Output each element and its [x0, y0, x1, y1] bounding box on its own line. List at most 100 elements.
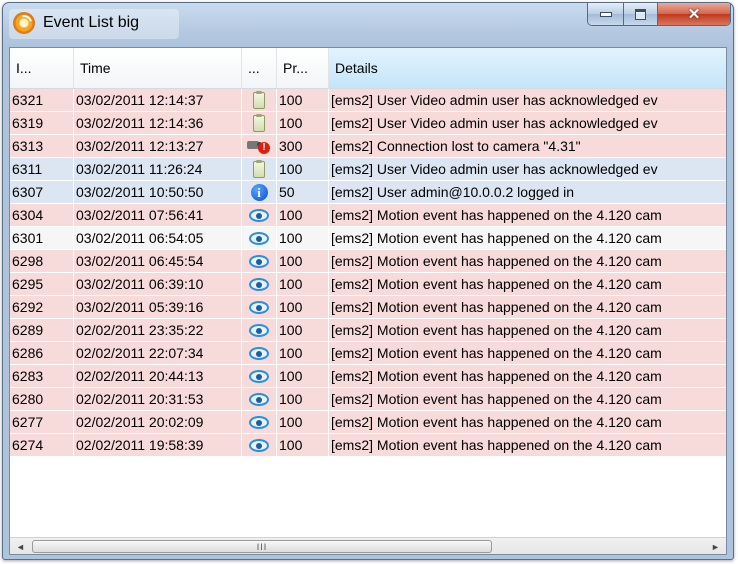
- event-type-cell: [242, 342, 277, 364]
- title-bar[interactable]: Event List big ✕: [3, 3, 733, 47]
- maximize-icon: [635, 8, 646, 20]
- column-header-time[interactable]: Time: [74, 48, 242, 88]
- event-details-cell: [ems2] Motion event has happened on the …: [331, 414, 662, 430]
- event-priority-cell: 100: [277, 434, 329, 456]
- column-header-details[interactable]: Details: [329, 48, 726, 88]
- event-type-cell: [242, 365, 277, 387]
- minimize-button[interactable]: [588, 3, 624, 25]
- camera-error-icon: !: [247, 137, 271, 155]
- close-icon: ✕: [687, 6, 701, 23]
- table-row[interactable]: 6274 02/02/2011 19:58:39 100 [ems2] Motion …: [10, 434, 726, 457]
- table-row[interactable]: 6301 03/02/2011 06:54:05 100 [ems2] Motion …: [10, 227, 726, 250]
- eye-icon: [249, 277, 269, 291]
- event-type-cell: [242, 411, 277, 433]
- event-details-cell: [ems2] User admin@10.0.0.2 logged in: [331, 184, 575, 200]
- close-button[interactable]: ✕: [658, 3, 730, 25]
- event-id-cell: 6274: [10, 434, 74, 456]
- event-id-cell: 6283: [10, 365, 74, 387]
- event-id-cell: 6292: [10, 296, 74, 318]
- scroll-thumb[interactable]: III: [32, 540, 492, 553]
- event-id-cell: 6289: [10, 319, 74, 341]
- event-type-cell: [242, 319, 277, 341]
- event-details-cell: [ems2] Motion event has happened on the …: [331, 253, 662, 269]
- eye-icon: [249, 392, 269, 406]
- event-priority-cell: 100: [277, 273, 329, 295]
- scroll-grip: III: [256, 541, 268, 552]
- event-id-cell: 6311: [10, 158, 74, 180]
- app-logo-icon: [13, 12, 35, 34]
- event-details-cell: [ems2] User Video admin user has acknowl…: [331, 92, 658, 108]
- horizontal-scrollbar[interactable]: ◄ III ►: [10, 537, 726, 554]
- event-time-cell: 03/02/2011 06:45:54: [74, 250, 242, 272]
- event-id-cell: 6286: [10, 342, 74, 364]
- event-type-cell: [242, 158, 277, 180]
- table-row[interactable]: 6277 02/02/2011 20:02:09 100 [ems2] Motion …: [10, 411, 726, 434]
- info-icon: i: [250, 183, 268, 201]
- event-priority-cell: 100: [277, 204, 329, 226]
- event-type-cell: i: [242, 181, 277, 203]
- table-row[interactable]: 6292 03/02/2011 05:39:16 100 [ems2] Motion …: [10, 296, 726, 319]
- event-type-cell: [242, 388, 277, 410]
- event-type-cell: [242, 250, 277, 272]
- event-details-cell: [ems2] Motion event has happened on the …: [331, 322, 662, 338]
- event-time-cell: 03/02/2011 12:14:36: [74, 112, 242, 134]
- event-id-cell: 6298: [10, 250, 74, 272]
- scroll-right-arrow-icon[interactable]: ►: [707, 538, 724, 554]
- table-row[interactable]: 6321 03/02/2011 12:14:37 100 [ems2] User Vi…: [10, 89, 726, 112]
- event-id-cell: 6295: [10, 273, 74, 295]
- event-type-cell: [242, 89, 277, 111]
- table-row[interactable]: 6286 02/02/2011 22:07:34 100 [ems2] Motion …: [10, 342, 726, 365]
- event-time-cell: 03/02/2011 12:13:27: [74, 135, 242, 157]
- table-row[interactable]: 6280 02/02/2011 20:31:53 100 [ems2] Motion …: [10, 388, 726, 411]
- event-id-cell: 6321: [10, 89, 74, 111]
- event-details-cell: [ems2] Motion event has happened on the …: [331, 391, 662, 407]
- event-priority-cell: 100: [277, 342, 329, 364]
- event-time-cell: 02/02/2011 20:44:13: [74, 365, 242, 387]
- table-row[interactable]: 6307 03/02/2011 10:50:50 i 50 [ems2] User ad…: [10, 181, 726, 204]
- event-time-cell: 02/02/2011 20:02:09: [74, 411, 242, 433]
- column-header-priority[interactable]: Pr...: [277, 48, 329, 88]
- event-type-cell: [242, 227, 277, 249]
- column-header-type[interactable]: ...: [242, 48, 277, 88]
- event-priority-cell: 100: [277, 227, 329, 249]
- event-time-cell: 02/02/2011 22:07:34: [74, 342, 242, 364]
- event-list-view: I... Time ... Pr... Details 6321 03/02/20…: [9, 47, 727, 555]
- event-details-cell: [ems2] Motion event has happened on the …: [331, 207, 662, 223]
- window-title: Event List big: [43, 14, 140, 31]
- scroll-left-arrow-icon[interactable]: ◄: [12, 538, 29, 554]
- event-details-cell: [ems2] User Video admin user has acknowl…: [331, 161, 658, 177]
- table-row[interactable]: 6313 03/02/2011 12:13:27! 300 [ems2] Connec…: [10, 135, 726, 158]
- event-details-cell: [ems2] Motion event has happened on the …: [331, 345, 662, 361]
- event-priority-cell: 100: [277, 411, 329, 433]
- column-header: I... Time ... Pr... Details: [10, 48, 726, 89]
- clipboard-icon: [253, 159, 265, 178]
- event-priority-cell: 50: [277, 181, 329, 203]
- table-row[interactable]: 6295 03/02/2011 06:39:10 100 [ems2] Motion …: [10, 273, 726, 296]
- event-details-cell: [ems2] Motion event has happened on the …: [331, 276, 662, 292]
- table-row[interactable]: 6283 02/02/2011 20:44:13 100 [ems2] Motion …: [10, 365, 726, 388]
- table-row[interactable]: 6304 03/02/2011 07:56:41 100 [ems2] Motion …: [10, 204, 726, 227]
- eye-icon: [249, 323, 269, 337]
- eye-icon: [249, 208, 269, 222]
- caption-buttons: ✕: [587, 3, 731, 26]
- event-details-cell: [ems2] Connection lost to camera "4.31": [331, 138, 581, 154]
- table-row[interactable]: 6289 02/02/2011 23:35:22 100 [ems2] Motion …: [10, 319, 726, 342]
- event-time-cell: 02/02/2011 20:31:53: [74, 388, 242, 410]
- event-priority-cell: 100: [277, 365, 329, 387]
- event-id-cell: 6301: [10, 227, 74, 249]
- event-details-cell: [ems2] User Video admin user has acknowl…: [331, 115, 658, 131]
- event-type-cell: [242, 204, 277, 226]
- column-header-id[interactable]: I...: [10, 48, 74, 88]
- table-row[interactable]: 6298 03/02/2011 06:45:54 100 [ems2] Motion …: [10, 250, 726, 273]
- event-time-cell: 03/02/2011 10:50:50: [74, 181, 242, 203]
- eye-icon: [249, 300, 269, 314]
- event-type-cell: !: [242, 135, 277, 157]
- maximize-button[interactable]: [624, 3, 658, 25]
- event-type-cell: [242, 296, 277, 318]
- event-details-cell: [ems2] Motion event has happened on the …: [331, 230, 662, 246]
- eye-icon: [249, 415, 269, 429]
- event-time-cell: 03/02/2011 12:14:37: [74, 89, 242, 111]
- event-id-cell: 6280: [10, 388, 74, 410]
- table-row[interactable]: 6319 03/02/2011 12:14:36 100 [ems2] User Vi…: [10, 112, 726, 135]
- table-row[interactable]: 6311 03/02/2011 11:26:24 100 [ems2] User Vi…: [10, 158, 726, 181]
